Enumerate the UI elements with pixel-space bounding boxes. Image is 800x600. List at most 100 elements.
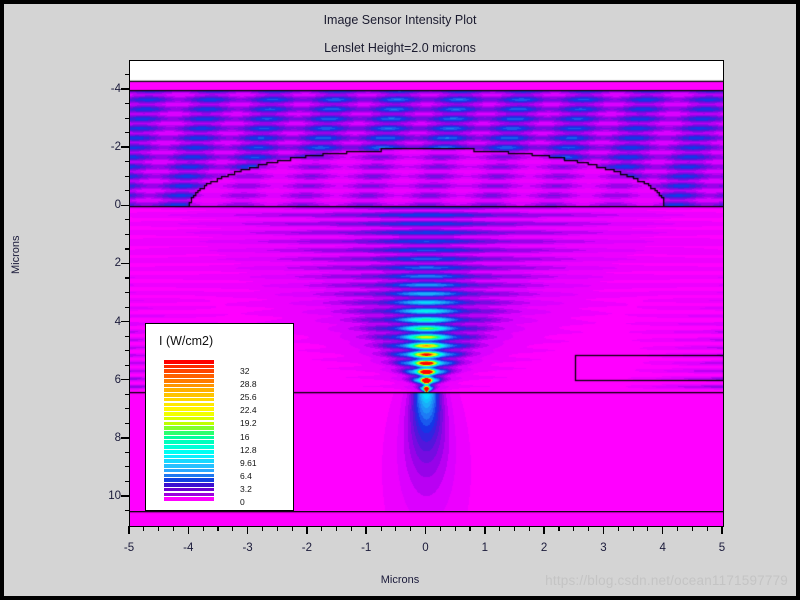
y-tick-label: -4 — [110, 83, 121, 96]
y-tick-minor — [124, 161, 129, 163]
y-tick-minor — [124, 190, 129, 192]
y-tick-major — [121, 495, 129, 497]
x-tick-minor — [202, 526, 204, 531]
y-tick-minor — [124, 306, 129, 308]
x-tick-minor — [380, 526, 382, 531]
colorbar-band — [164, 421, 214, 426]
x-tick-minor — [677, 526, 679, 531]
x-tick-minor — [454, 526, 456, 531]
y-tick-label: 2 — [114, 257, 121, 270]
x-tick-major — [365, 526, 367, 535]
y-tick-minor — [124, 248, 129, 250]
y-tick-major — [121, 320, 129, 323]
y-tick-label: -2 — [110, 141, 121, 154]
watermark-text: https://blog.csdn.net/ocean1171597779 — [545, 573, 788, 588]
x-tick-major — [187, 526, 190, 535]
colorbar-band — [164, 412, 214, 416]
x-tick-minor — [232, 526, 234, 531]
y-tick-minor — [124, 233, 129, 235]
x-tick-minor — [499, 526, 501, 531]
colorbar-title: I (W/cm2) — [159, 334, 214, 348]
x-tick-minor — [261, 526, 264, 531]
y-tick-minor — [124, 292, 129, 294]
colorbar-tick-label: 3.2 — [240, 483, 252, 494]
x-tick-minor — [172, 526, 175, 531]
colorbar-tick-label: 16 — [240, 431, 250, 442]
x-tick-label: 4 — [659, 542, 666, 554]
colorbar-band — [164, 407, 214, 411]
x-tick-minor — [143, 526, 145, 531]
colorbar-band — [164, 364, 214, 369]
colorbar-band — [164, 431, 214, 435]
colorbar-tick-label: 25.6 — [240, 392, 257, 403]
y-tick-minor — [124, 408, 129, 410]
colorbar-legend[interactable]: I (W/cm2) 32 28.8 25.6 22.4 19.2 16 12.8 9.61 6.… — [145, 323, 294, 511]
x-tick-minor — [632, 526, 634, 531]
x-tick-minor — [217, 526, 219, 531]
x-tick-major — [306, 526, 308, 535]
y-tick-minor — [124, 350, 129, 352]
x-tick-major — [543, 526, 545, 535]
x-tick-minor — [276, 526, 278, 531]
colorbar-band — [164, 360, 214, 364]
y-tick-minor — [124, 132, 129, 134]
x-tick-minor — [410, 526, 412, 531]
colorbar-band — [164, 397, 214, 402]
plot-window: Image Sensor Intensity Plot Lenslet Heig… — [4, 4, 796, 596]
colorbar-swatches: 32 28.8 25.6 22.4 19.2 16 12.8 9.61 6.4 3.2 0 — [164, 360, 257, 507]
y-tick-major — [121, 204, 129, 207]
x-tick-minor — [528, 526, 530, 531]
x-tick-minor — [691, 526, 693, 531]
y-tick-minor — [124, 451, 129, 453]
x-tick-minor — [395, 526, 397, 531]
colorbar-band — [164, 383, 214, 388]
y-tick-label: 8 — [114, 431, 121, 444]
x-tick-label: 5 — [718, 542, 726, 554]
colorbar-band — [164, 388, 214, 392]
y-tick-minor — [124, 277, 129, 279]
colorbar-band — [164, 473, 214, 478]
x-tick-minor — [706, 526, 708, 531]
x-tick-minor — [321, 526, 323, 531]
colorbar-band — [164, 483, 214, 487]
y-tick-minor — [124, 117, 129, 119]
x-tick-major — [661, 526, 664, 535]
colorbar-band — [164, 393, 214, 397]
colorbar-band — [164, 435, 214, 440]
y-tick-minor — [124, 422, 129, 424]
colorbar-band — [164, 464, 214, 468]
page-subtitle: Lenslet Height=2.0 microns — [324, 41, 476, 55]
colorbar-band — [164, 487, 214, 492]
colorbar-tick-label: 32 — [240, 366, 250, 377]
x-tick-minor — [158, 526, 160, 531]
colorbar-tick-label: 19.2 — [240, 418, 257, 429]
x-tick-label: -4 — [183, 542, 194, 554]
y-tick-minor — [124, 175, 129, 177]
x-tick-minor — [513, 526, 516, 531]
x-tick-label: 2 — [540, 542, 548, 554]
y-tick-minor — [124, 103, 129, 105]
colorbar-band — [164, 374, 214, 378]
x-tick-minor — [573, 526, 575, 531]
x-tick-minor — [588, 526, 590, 531]
page-title: Image Sensor Intensity Plot — [323, 13, 477, 27]
x-tick-minor — [558, 526, 560, 531]
x-tick-minor — [350, 526, 352, 531]
x-tick-label: 0 — [422, 542, 429, 554]
y-tick-major — [121, 88, 129, 90]
colorbar-band — [164, 402, 214, 407]
x-tick-major — [484, 526, 486, 535]
colorbar-band — [164, 445, 214, 449]
colorbar-band — [164, 416, 214, 421]
x-tick-label: -2 — [301, 542, 313, 554]
y-tick-minor — [124, 393, 129, 395]
y-tick-minor — [124, 219, 129, 221]
colorbar-band — [164, 492, 214, 497]
y-tick-minor — [124, 466, 129, 468]
y-tick-minor — [124, 480, 129, 482]
x-tick-major — [721, 526, 723, 535]
x-tick-minor — [617, 526, 619, 531]
colorbar-band — [164, 497, 214, 501]
colorbar-tick-label: 22.4 — [240, 405, 257, 416]
colorbar-band — [164, 478, 214, 482]
